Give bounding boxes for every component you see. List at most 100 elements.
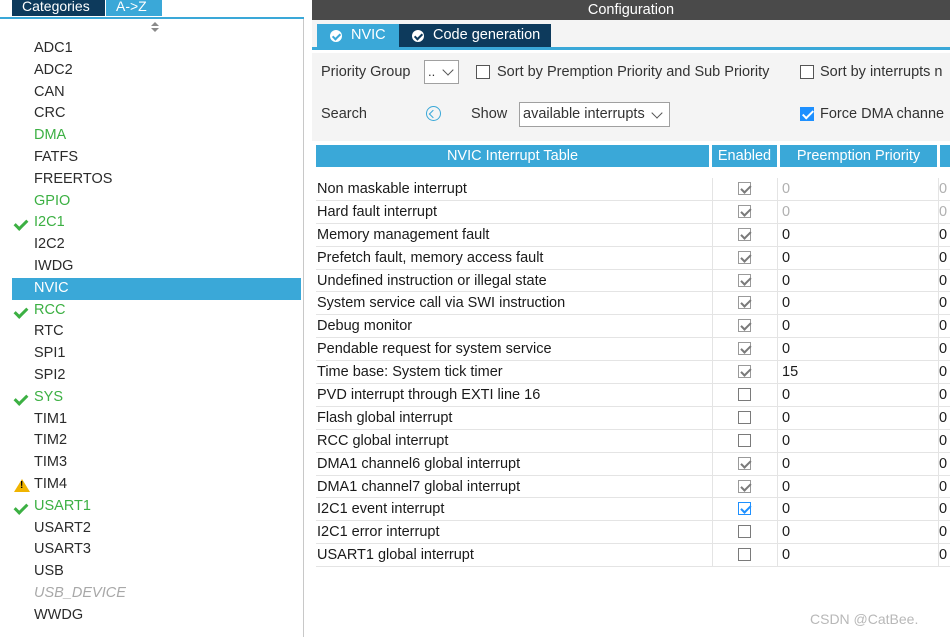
peripheral-item-spi2[interactable]: SPI2 (12, 365, 301, 387)
peripheral-item-spi1[interactable]: SPI1 (12, 343, 301, 365)
show-filter-select[interactable]: available interrupts (519, 102, 670, 127)
peripheral-item-freertos[interactable]: FREERTOS (12, 169, 301, 191)
enabled-checkbox[interactable] (738, 388, 751, 402)
sort-preemption-checkbox[interactable] (476, 65, 490, 79)
peripheral-item-tim4[interactable]: TIM4 (12, 474, 301, 496)
enabled-cell (712, 384, 778, 407)
table-row[interactable]: Time base: System tick timer 15 0 (316, 361, 950, 385)
peripheral-item-tim3[interactable]: TIM3 (12, 452, 301, 474)
preemption-priority-cell[interactable]: 0 (781, 498, 939, 522)
table-row[interactable]: Memory management fault 0 0 (316, 223, 950, 247)
peripheral-item-rtc[interactable]: RTC (12, 321, 301, 343)
preemption-priority-cell[interactable]: 0 (781, 475, 939, 499)
peripheral-item-i2c2[interactable]: I2C2 (12, 234, 301, 256)
column-header-preemption[interactable]: Preemption Priority (780, 145, 937, 167)
sub-priority-cell[interactable]: 0 (938, 247, 950, 270)
column-header-name[interactable]: NVIC Interrupt Table (316, 145, 709, 167)
table-row[interactable]: Undefined instruction or illegal state 0 0 (316, 269, 950, 293)
sort-interrupts-checkbox[interactable] (800, 65, 814, 79)
peripheral-item-nvic[interactable]: NVIC (12, 277, 301, 300)
enabled-checkbox[interactable] (738, 502, 751, 516)
column-header-sub-priority[interactable] (940, 145, 950, 167)
tab-code-generation[interactable]: Code generation (399, 24, 551, 47)
tab-categories[interactable]: Categories (12, 0, 105, 16)
peripheral-item-usb-device[interactable]: USB_DEVICE (12, 583, 301, 605)
peripheral-item-gpio[interactable]: GPIO (12, 191, 301, 213)
table-row[interactable]: Debug monitor 0 0 (316, 315, 950, 339)
sub-priority-cell[interactable]: 0 (938, 544, 950, 567)
preemption-priority-cell[interactable]: 0 (781, 338, 939, 362)
enabled-checkbox[interactable] (738, 433, 751, 447)
table-row[interactable]: System service call via SWI instruction 0… (316, 292, 950, 316)
peripheral-item-sys[interactable]: SYS (12, 387, 301, 409)
sub-priority-cell[interactable]: 0 (938, 270, 950, 293)
preemption-priority-cell[interactable]: 0 (781, 246, 939, 270)
peripheral-item-i2c1[interactable]: I2C1 (12, 212, 301, 234)
peripheral-item-usart1[interactable]: USART1 (12, 496, 301, 518)
peripheral-item-tim1[interactable]: TIM1 (12, 409, 301, 431)
sub-priority-cell[interactable]: 0 (938, 430, 950, 453)
peripheral-item-adc1[interactable]: ADC1 (12, 38, 301, 60)
enabled-checkbox (738, 273, 751, 287)
table-row[interactable]: I2C1 event interrupt 0 0 (316, 498, 950, 522)
sub-priority-cell[interactable]: 0 (938, 361, 950, 384)
tab-a-to-z[interactable]: A->Z (106, 0, 162, 16)
enabled-checkbox[interactable] (738, 410, 751, 424)
peripheral-item-adc2[interactable]: ADC2 (12, 60, 301, 82)
table-row[interactable]: Non maskable interrupt 0 0 (316, 178, 950, 201)
peripheral-item-wwdg[interactable]: WWDG (12, 605, 301, 627)
preemption-priority-cell[interactable]: 0 (781, 315, 939, 339)
peripheral-item-usart2[interactable]: USART2 (12, 518, 301, 540)
sub-priority-cell[interactable]: 0 (938, 407, 950, 430)
peripheral-item-label: TIM2 (34, 432, 68, 449)
peripheral-item-usb[interactable]: USB (12, 561, 301, 583)
table-row[interactable]: Flash global interrupt 0 0 (316, 406, 950, 430)
table-row[interactable]: RCC global interrupt 0 0 (316, 429, 950, 453)
peripheral-item-tim2[interactable]: TIM2 (12, 430, 301, 452)
sort-arrows-icon[interactable] (151, 22, 159, 32)
peripheral-item-can[interactable]: CAN (12, 82, 301, 104)
sub-priority-cell[interactable]: 0 (938, 315, 950, 338)
table-row[interactable]: Prefetch fault, memory access fault 0 0 (316, 246, 950, 270)
sub-priority-cell[interactable]: 0 (938, 384, 950, 407)
sub-priority-cell[interactable]: 0 (938, 338, 950, 361)
sub-priority-cell[interactable]: 0 (938, 476, 950, 499)
preemption-priority-cell[interactable]: 0 (781, 521, 939, 545)
sub-priority-cell[interactable]: 0 (938, 498, 950, 521)
priority-group-select[interactable]: .. (424, 60, 459, 84)
peripheral-item-crc[interactable]: CRC (12, 103, 301, 125)
peripheral-item-fatfs[interactable]: FATFS (12, 147, 301, 169)
tab-code-generation-label: Code generation (433, 27, 541, 43)
preemption-priority-cell[interactable]: 0 (781, 406, 939, 430)
column-header-enabled[interactable]: Enabled (712, 145, 777, 167)
sub-priority-cell[interactable]: 0 (938, 453, 950, 476)
preemption-priority-cell[interactable]: 0 (781, 452, 939, 476)
preemption-priority-cell[interactable]: 0 (781, 544, 939, 568)
table-row[interactable]: Pendable request for system service 0 0 (316, 338, 950, 362)
peripheral-item-iwdg[interactable]: IWDG (12, 256, 301, 278)
table-row[interactable]: DMA1 channel7 global interrupt 0 0 (316, 475, 950, 499)
sub-priority-cell[interactable]: 0 (938, 292, 950, 315)
peripheral-item-dma[interactable]: DMA (12, 125, 301, 147)
preemption-priority-cell[interactable]: 0 (781, 384, 939, 407)
enabled-checkbox[interactable] (738, 548, 751, 562)
preemption-priority-cell[interactable]: 0 (781, 292, 939, 316)
table-row[interactable]: Hard fault interrupt 0 0 (316, 200, 950, 224)
preemption-priority-cell[interactable]: 15 (781, 361, 939, 385)
peripheral-item-rcc[interactable]: RCC (12, 300, 301, 322)
force-dma-checkbox[interactable] (800, 107, 814, 121)
table-row[interactable]: USART1 global interrupt 0 0 (316, 544, 950, 568)
peripheral-item-usart3[interactable]: USART3 (12, 539, 301, 561)
tab-nvic[interactable]: NVIC (317, 24, 399, 47)
sub-priority-cell[interactable]: 0 (938, 224, 950, 247)
table-row[interactable]: DMA1 channel6 global interrupt 0 0 (316, 452, 950, 476)
preemption-priority-cell[interactable]: 0 (781, 223, 939, 247)
preemption-priority-cell[interactable]: 0 (781, 429, 939, 453)
search-nav-icon[interactable] (426, 106, 441, 121)
enabled-checkbox[interactable] (738, 525, 751, 539)
enabled-cell (712, 429, 778, 453)
preemption-priority-cell[interactable]: 0 (781, 269, 939, 293)
table-row[interactable]: PVD interrupt through EXTI line 16 0 0 (316, 384, 950, 407)
table-row[interactable]: I2C1 error interrupt 0 0 (316, 521, 950, 545)
sub-priority-cell[interactable]: 0 (938, 521, 950, 544)
